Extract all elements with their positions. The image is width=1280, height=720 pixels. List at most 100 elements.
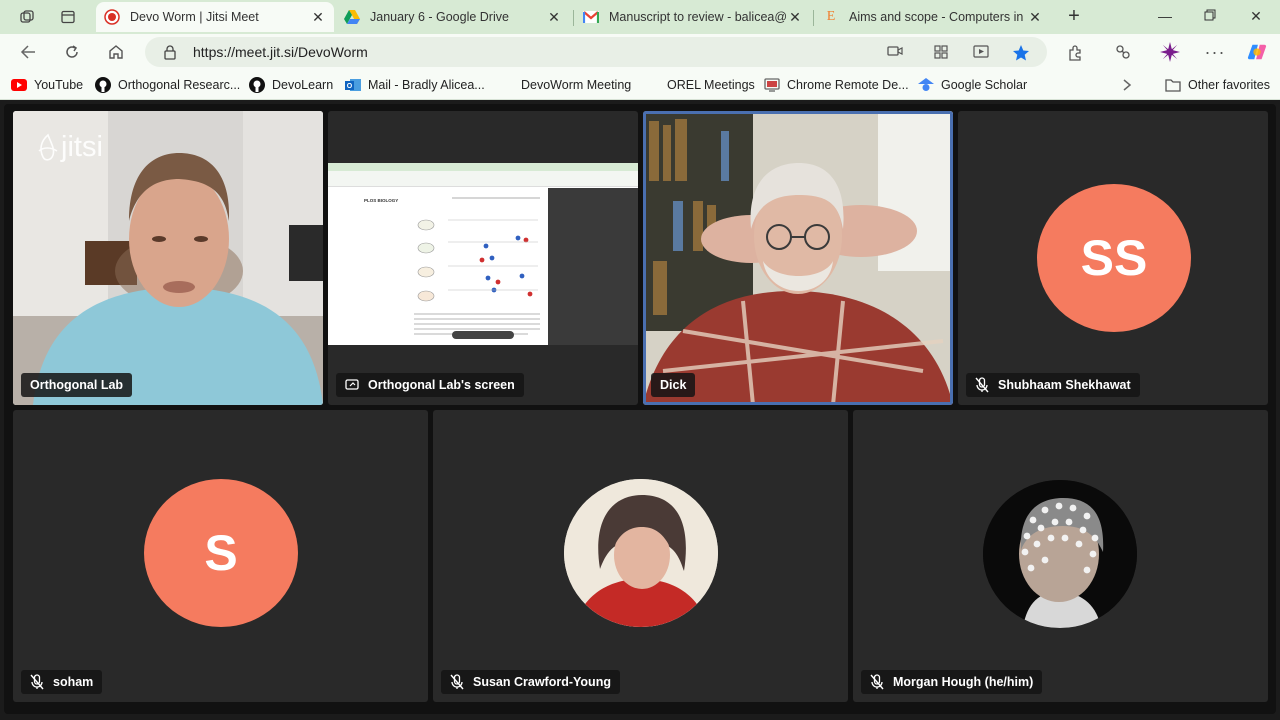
back-icon[interactable] bbox=[17, 41, 39, 63]
bookmark-label: DevoLearn bbox=[272, 78, 334, 92]
remote-desktop-icon bbox=[764, 77, 780, 93]
bookmarks-bar: YouTube Orthogonal Researc... DevoLearn … bbox=[0, 70, 1280, 100]
bookmark-devoworm-meeting[interactable]: DevoWorm Meeting bbox=[521, 76, 631, 94]
copilot-icon[interactable] bbox=[1247, 42, 1267, 62]
tab-title: January 6 - Google Drive bbox=[370, 10, 509, 24]
bookmark-youtube[interactable]: YouTube bbox=[11, 76, 83, 94]
microphone-muted-icon bbox=[450, 674, 464, 690]
outlook-icon: O bbox=[345, 77, 361, 93]
bookmark-label: Chrome Remote De... bbox=[787, 78, 909, 92]
home-icon[interactable] bbox=[105, 41, 127, 63]
other-favorites-label: Other favorites bbox=[1188, 78, 1270, 92]
other-favorites[interactable]: Other favorites bbox=[1165, 76, 1270, 94]
participant-name-tag: Orthogonal Lab bbox=[21, 373, 133, 397]
participant-name: Morgan Hough (he/him) bbox=[893, 675, 1034, 689]
tab-devoworm-jitsi[interactable]: Devo Worm | Jitsi Meet ✕ bbox=[96, 2, 334, 32]
shared-doc-figure bbox=[414, 197, 540, 335]
lock-icon[interactable] bbox=[163, 44, 177, 65]
participant-name-tag: Susan Crawford-Young bbox=[441, 670, 620, 694]
participant-name: soham bbox=[53, 675, 94, 689]
youtube-icon bbox=[11, 77, 27, 93]
microphone-muted-icon bbox=[975, 377, 989, 393]
participant-tile-dick[interactable]: Dick bbox=[643, 111, 953, 405]
screen-share-icon bbox=[345, 377, 359, 393]
more-options-icon[interactable]: ··· bbox=[1205, 42, 1225, 62]
shared-screen-preview: PLOS BIOLOGY bbox=[328, 163, 638, 345]
camera-icon[interactable] bbox=[887, 44, 905, 60]
shared-bookmarks bbox=[328, 181, 638, 187]
close-icon[interactable]: ✕ bbox=[1027, 9, 1043, 26]
bookmark-orthogonal-research[interactable]: Orthogonal Researc... bbox=[95, 76, 240, 94]
participant-tile-soham[interactable]: S soham bbox=[13, 410, 428, 702]
bookmark-label: YouTube bbox=[34, 78, 84, 92]
bookmark-label: OREL Meetings bbox=[667, 78, 755, 92]
bookmark-chrome-remote-desktop[interactable]: Chrome Remote De... bbox=[764, 76, 909, 94]
refresh-icon[interactable] bbox=[61, 41, 83, 63]
apps-icon[interactable] bbox=[933, 44, 951, 60]
close-window-icon[interactable]: ✕ bbox=[1246, 6, 1266, 26]
avatar-photo bbox=[983, 480, 1137, 628]
avatar-photo bbox=[564, 479, 718, 627]
address-bar[interactable]: https://meet.jit.si/DevoWorm bbox=[145, 37, 1047, 67]
participant-tile-morgan-hough[interactable]: Morgan Hough (he/him) bbox=[853, 410, 1268, 702]
new-tab-icon[interactable]: + bbox=[1064, 5, 1084, 27]
participant-avatar bbox=[564, 479, 718, 627]
tab-aims-scope[interactable]: E Aims and scope - Computers in B ✕ bbox=[815, 2, 1051, 32]
microphone-muted-icon bbox=[870, 674, 884, 690]
jitsi-watermark: jitsi bbox=[35, 131, 103, 164]
participant-name: Orthogonal Lab bbox=[30, 378, 124, 392]
minimize-icon[interactable]: — bbox=[1155, 6, 1175, 26]
tab-actions-icon[interactable] bbox=[57, 6, 79, 28]
participant-name-tag: Orthogonal Lab's screen bbox=[336, 373, 524, 397]
restore-icon[interactable] bbox=[1200, 6, 1220, 26]
participant-avatar bbox=[983, 480, 1137, 628]
bookmark-google-scholar[interactable]: Google Scholar bbox=[918, 76, 1027, 94]
participant-tile-orthogonal-lab[interactable]: jitsi Orthogonal Lab bbox=[13, 111, 323, 405]
participant-name-tag: Dick bbox=[651, 373, 696, 397]
tab-title: Devo Worm | Jitsi Meet bbox=[130, 10, 259, 24]
participant-name: Susan Crawford-Young bbox=[473, 675, 611, 689]
pdf-page-controls[interactable] bbox=[452, 331, 514, 339]
shared-dark-panel bbox=[548, 188, 638, 345]
shared-document: PLOS BIOLOGY bbox=[358, 190, 546, 345]
participant-name-tag: Morgan Hough (he/him) bbox=[861, 670, 1043, 694]
bookmark-label: DevoWorm Meeting bbox=[521, 78, 632, 92]
svg-text:O: O bbox=[347, 83, 353, 90]
camera-feed bbox=[643, 111, 953, 405]
tab-gmail[interactable]: Manuscript to review - balicea@o ✕ bbox=[575, 2, 811, 32]
extensions-icon[interactable] bbox=[1065, 42, 1085, 62]
close-icon[interactable]: ✕ bbox=[787, 9, 803, 26]
google-drive-icon bbox=[344, 9, 360, 25]
participant-avatar: S bbox=[144, 479, 298, 627]
participant-tile-orthogonal-lab-screen[interactable]: PLOS BIOLOGY Orthogonal Lab's screen bbox=[328, 111, 638, 405]
participant-name: Orthogonal Lab's screen bbox=[368, 378, 515, 392]
close-icon[interactable]: ✕ bbox=[546, 9, 562, 26]
favorite-star-icon[interactable] bbox=[1012, 44, 1030, 61]
workspaces-icon[interactable] bbox=[16, 6, 38, 28]
participant-name: Dick bbox=[660, 378, 687, 392]
jitsi-logo-icon bbox=[38, 133, 58, 161]
profile-avatar-icon[interactable] bbox=[1160, 42, 1180, 62]
github-icon bbox=[249, 77, 265, 93]
meeting-area: jitsi Orthogonal Lab PLOS BIOLOGY Orthog… bbox=[0, 100, 1280, 720]
chevron-right-icon[interactable] bbox=[1122, 76, 1132, 94]
collections-icon[interactable] bbox=[1113, 42, 1133, 62]
tab-google-drive[interactable]: January 6 - Google Drive ✕ bbox=[336, 2, 570, 32]
bookmark-mail[interactable]: O Mail - Bradly Alicea... bbox=[345, 76, 485, 94]
participant-avatar: SS bbox=[1037, 184, 1191, 332]
participant-tile-shubhaam-shekhawat[interactable]: SS Shubhaam Shekhawat bbox=[958, 111, 1268, 405]
close-icon[interactable]: ✕ bbox=[310, 9, 326, 26]
bookmark-orel-meetings[interactable]: OREL Meetings bbox=[667, 76, 755, 94]
tab-separator bbox=[573, 10, 574, 26]
participant-tile-susan-crawford-young[interactable]: Susan Crawford-Young bbox=[433, 410, 848, 702]
record-icon bbox=[104, 9, 120, 25]
folder-icon bbox=[1165, 77, 1181, 93]
tab-strip: Devo Worm | Jitsi Meet ✕ January 6 - Goo… bbox=[0, 0, 1280, 34]
read-aloud-icon[interactable] bbox=[973, 44, 991, 60]
bookmark-devolearn[interactable]: DevoLearn bbox=[249, 76, 333, 94]
elsevier-icon: E bbox=[826, 9, 836, 24]
tab-title: Manuscript to review - balicea@o bbox=[609, 10, 787, 24]
bookmark-label: Orthogonal Researc... bbox=[118, 78, 241, 92]
gmail-icon bbox=[583, 9, 599, 25]
bookmark-label: Mail - Bradly Alicea... bbox=[368, 78, 485, 92]
